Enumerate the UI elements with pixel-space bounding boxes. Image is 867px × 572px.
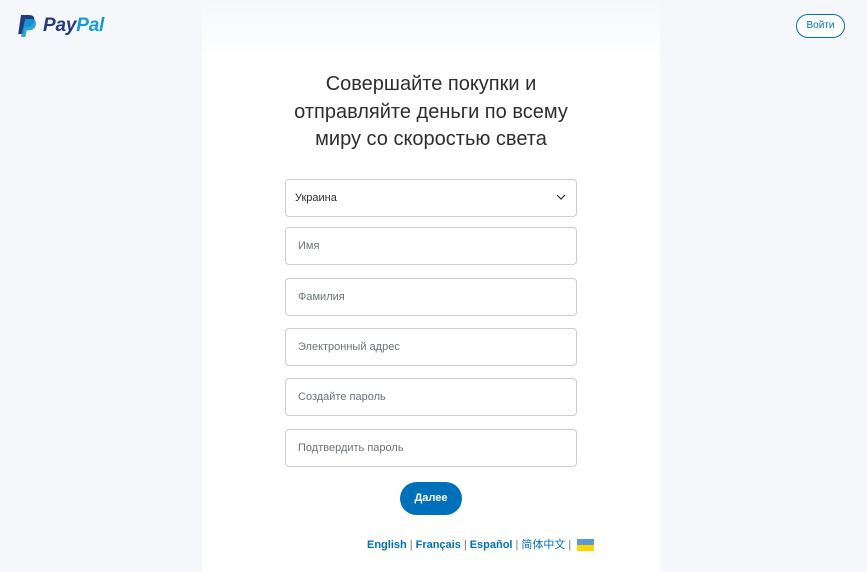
page-title: Совершайте покупки и отправляйте деньги … bbox=[202, 71, 660, 154]
password-field[interactable]: Создайте пароль bbox=[285, 378, 577, 416]
first-name-placeholder: Имя bbox=[298, 240, 320, 252]
page-title-line-2: отправляйте деньги по всему bbox=[294, 100, 568, 123]
signup-page: PayPal Войти Совершайте покупки и отправ… bbox=[0, 0, 867, 572]
paypal-logo[interactable]: PayPal bbox=[17, 14, 104, 38]
country-select[interactable]: Украина bbox=[285, 179, 577, 217]
logo-text-pay: Pay bbox=[43, 15, 77, 36]
confirm-password-field[interactable]: Подтвердить пароль bbox=[285, 429, 577, 467]
lang-spanish-link[interactable]: Español bbox=[470, 538, 513, 552]
password-placeholder: Создайте пароль bbox=[298, 391, 386, 403]
confirm-password-placeholder: Подтвердить пароль bbox=[298, 442, 404, 454]
first-name-field[interactable]: Имя bbox=[285, 227, 577, 265]
last-name-placeholder: Фамилия bbox=[298, 291, 345, 303]
login-button[interactable]: Войти bbox=[796, 14, 845, 38]
language-selector: English | Français | Español | 简体中文 | bbox=[367, 538, 595, 552]
signup-card: Совершайте покупки и отправляйте деньги … bbox=[202, 0, 660, 572]
page-title-line-1: Совершайте покупки и bbox=[325, 73, 537, 95]
lang-chinese-link[interactable]: 简体中文 bbox=[521, 538, 565, 552]
country-select-value: Украина bbox=[295, 192, 337, 204]
email-placeholder: Электронный адрес bbox=[298, 341, 400, 353]
next-button[interactable]: Далее bbox=[400, 482, 462, 515]
lang-separator: | bbox=[568, 539, 572, 551]
lang-separator: | bbox=[515, 539, 519, 551]
paypal-logo-icon bbox=[18, 15, 37, 37]
lang-separator: | bbox=[463, 539, 467, 551]
lang-separator: | bbox=[409, 539, 413, 551]
lang-english-link[interactable]: English bbox=[367, 538, 407, 552]
paypal-wordmark: PayPal bbox=[43, 15, 104, 37]
logo-text-pal: Pal bbox=[76, 15, 105, 36]
page-title-line-3: миру со скоростью света bbox=[315, 128, 547, 150]
chevron-down-icon bbox=[556, 194, 566, 200]
ukraine-flag-icon[interactable] bbox=[577, 539, 595, 551]
email-field[interactable]: Электронный адрес bbox=[285, 328, 577, 366]
lang-french-link[interactable]: Français bbox=[416, 538, 461, 552]
last-name-field[interactable]: Фамилия bbox=[285, 278, 577, 316]
